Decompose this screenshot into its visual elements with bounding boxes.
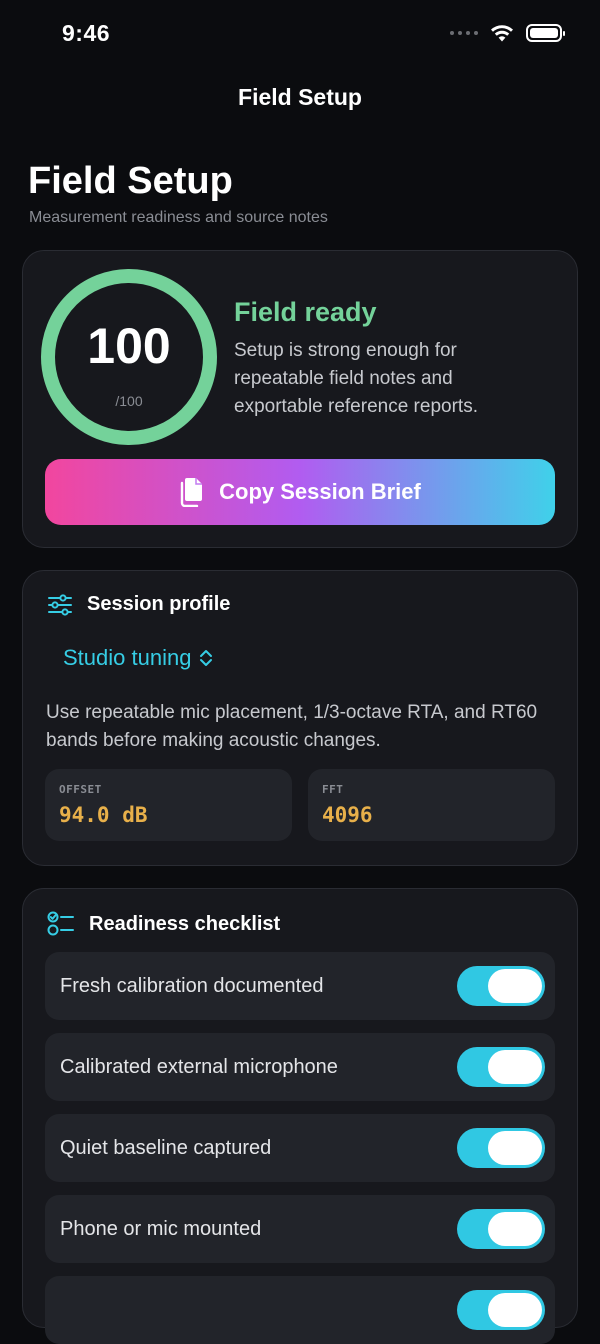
session-profile-title: Session profile (87, 593, 231, 615)
battery-icon (526, 24, 565, 42)
offset-label: OFFSET (59, 783, 102, 796)
status-time: 9:46 (62, 20, 111, 46)
chevron-up-down-icon (200, 650, 213, 666)
page-subtitle: Measurement readiness and source notes (29, 209, 328, 226)
session-profile-card: Session profile Studio tuning Use repeat… (22, 570, 578, 866)
readiness-score-card: 100 /100 Field ready Setup is strong eno… (22, 250, 578, 548)
score-ring: 100 /100 (37, 265, 221, 449)
session-profile-description: Use repeatable mic placement, 1/3-octave… (46, 702, 538, 751)
fft-value: 4096 (322, 803, 373, 827)
checklist-item: Phone or mic mounted (45, 1195, 555, 1263)
offset-stat: OFFSET 94.0 dB (45, 769, 292, 841)
checklist-item-label: Phone or mic mounted (60, 1218, 262, 1240)
session-profile-header: Session profile (47, 593, 230, 616)
sliders-icon (48, 593, 72, 616)
checklist-item: Fresh calibration documented (45, 952, 555, 1020)
session-profile-value: Studio tuning (63, 645, 192, 670)
checklist-item: Quiet baseline captured (45, 1114, 555, 1182)
checklist-toggle[interactable] (457, 1128, 545, 1168)
status-icons (450, 24, 565, 42)
status-description: Setup is strong enough for repeatable fi… (234, 340, 478, 417)
checklist-toggle[interactable] (457, 1047, 545, 1087)
fft-stat: FFT 4096 (308, 769, 555, 841)
checklist-title: Readiness checklist (89, 912, 281, 935)
checklist-toggle[interactable] (457, 966, 545, 1006)
offset-value: 94.0 dB (59, 803, 148, 827)
checklist-toggle[interactable] (457, 1290, 545, 1330)
checklist-item-label: Fresh calibration documented (60, 975, 324, 997)
score-max: /100 (115, 393, 143, 409)
status-title: Field ready (234, 297, 377, 327)
copy-session-brief-button[interactable]: Copy Session Brief (45, 459, 555, 525)
checklist-toggle[interactable] (457, 1209, 545, 1249)
fft-label: FFT (322, 783, 344, 796)
checklist-item (45, 1276, 555, 1344)
checklist-header: Readiness checklist (47, 911, 280, 937)
nav-title: Field Setup (238, 84, 362, 110)
page-title: Field Setup (28, 160, 233, 202)
checklist-item-label: Quiet baseline captured (60, 1137, 272, 1159)
cellular-signal-icon (450, 31, 478, 35)
copy-session-brief-label: Copy Session Brief (219, 479, 421, 504)
checklist-item: Calibrated external microphone (45, 1033, 555, 1101)
checklist-item-label: Calibrated external microphone (60, 1056, 338, 1078)
document-copy-icon (180, 478, 203, 507)
readiness-checklist-card: Readiness checklist Fresh calibration do… (22, 888, 578, 1344)
session-profile-picker[interactable]: Studio tuning (63, 645, 213, 671)
status-bar: 9:46 (0, 0, 600, 68)
score-value: 100 (87, 318, 171, 374)
checklist-icon (47, 911, 74, 936)
wifi-icon (491, 25, 513, 42)
